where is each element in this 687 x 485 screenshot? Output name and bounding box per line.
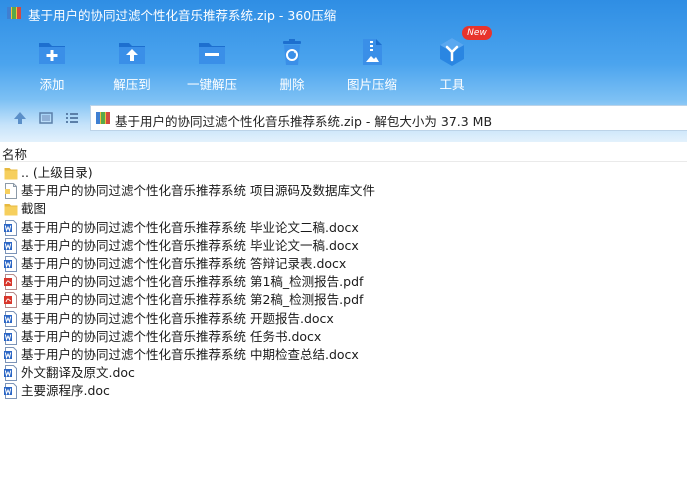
word-document-icon — [4, 237, 17, 254]
folder-icon — [4, 168, 18, 180]
list-view-icon[interactable] — [64, 110, 80, 126]
file-list: .. (上级目录) 基于用户的协同过滤个性化音乐推荐系统 项目源码及数据库文件 截图… — [0, 164, 687, 400]
add-icon — [39, 43, 65, 64]
word-document-icon — [4, 310, 17, 327]
file-row[interactable]: 基于用户的协同过滤个性化音乐推荐系统 中期检查总结.docx — [0, 346, 687, 364]
up-arrow-icon[interactable] — [12, 110, 28, 126]
archive-app-icon — [7, 7, 21, 19]
add-button[interactable]: 添加 — [14, 34, 90, 94]
folder-icon — [4, 204, 18, 216]
add-label: 添加 — [39, 77, 65, 92]
file-row[interactable]: 截图 — [0, 200, 687, 218]
word-document-icon — [4, 219, 17, 236]
file-name: 主要源程序.doc — [21, 383, 110, 399]
word-document-icon — [4, 255, 17, 272]
window-title: 基于用户的协同过滤个性化音乐推荐系统.zip - 360压缩 — [28, 8, 337, 23]
tools-button[interactable]: New 工具 — [414, 26, 492, 94]
top-area: 基于用户的协同过滤个性化音乐推荐系统.zip - 360压缩 添加 解压到 一键… — [0, 0, 687, 142]
file-name: 截图 — [21, 201, 47, 217]
file-name: 基于用户的协同过滤个性化音乐推荐系统 毕业论文一稿.docx — [21, 237, 359, 253]
tools-icon — [440, 38, 464, 66]
column-name-header[interactable]: 名称 — [2, 144, 27, 163]
extract-to-button[interactable]: 解压到 — [94, 34, 170, 94]
delete-button[interactable]: 删除 — [254, 34, 330, 94]
file-row[interactable]: 基于用户的协同过滤个性化音乐推荐系统 答辩记录表.docx — [0, 255, 687, 273]
file-row[interactable]: 基于用户的协同过滤个性化音乐推荐系统 项目源码及数据库文件 — [0, 182, 687, 200]
recycle-bin-icon — [283, 39, 301, 65]
file-icon — [5, 183, 17, 200]
file-name: 基于用户的协同过滤个性化音乐推荐系统 第1稿_检测报告.pdf — [21, 274, 364, 290]
column-header: 名称 — [0, 142, 687, 162]
word-document-icon — [4, 365, 17, 382]
word-document-icon — [4, 383, 17, 400]
pdf-document-icon — [4, 274, 17, 291]
extract-to-icon — [119, 43, 145, 64]
file-row[interactable]: 外文翻译及原文.doc — [0, 364, 687, 382]
title-bar: 基于用户的协同过滤个性化音乐推荐系统.zip - 360压缩 — [0, 0, 687, 26]
path-text: 基于用户的协同过滤个性化音乐推荐系统.zip - 解包大小为 37.3 MB — [115, 114, 493, 129]
one-click-extract-icon — [199, 43, 225, 64]
word-document-icon — [4, 328, 17, 345]
file-row[interactable]: .. (上级目录) — [0, 164, 687, 182]
image-compress-icon — [363, 39, 382, 65]
extract-to-label: 解压到 — [113, 77, 151, 92]
file-row[interactable]: 基于用户的协同过滤个性化音乐推荐系统 第2稿_检测报告.pdf — [0, 291, 687, 309]
file-row[interactable]: 基于用户的协同过滤个性化音乐推荐系统 开题报告.docx — [0, 310, 687, 328]
thumbnail-view-icon[interactable] — [38, 110, 54, 126]
file-row[interactable]: 基于用户的协同过滤个性化音乐推荐系统 任务书.docx — [0, 328, 687, 346]
file-name: 基于用户的协同过滤个性化音乐推荐系统 项目源码及数据库文件 — [21, 183, 375, 199]
file-name: 基于用户的协同过滤个性化音乐推荐系统 毕业论文二稿.docx — [21, 219, 359, 235]
zip-archive-icon — [96, 112, 110, 124]
app-window: 基于用户的协同过滤个性化音乐推荐系统.zip - 360压缩 添加 解压到 一键… — [0, 0, 687, 485]
path-bar[interactable]: 基于用户的协同过滤个性化音乐推荐系统.zip - 解包大小为 37.3 MB — [90, 105, 687, 131]
file-row[interactable]: 基于用户的协同过滤个性化音乐推荐系统 第1稿_检测报告.pdf — [0, 273, 687, 291]
file-name: 基于用户的协同过滤个性化音乐推荐系统 中期检查总结.docx — [21, 346, 359, 362]
tools-label: 工具 — [439, 77, 465, 92]
file-row[interactable]: 基于用户的协同过滤个性化音乐推荐系统 毕业论文一稿.docx — [0, 237, 687, 255]
image-compress-button[interactable]: 图片压缩 — [334, 34, 410, 94]
new-badge: New — [462, 26, 492, 40]
file-name: 基于用户的协同过滤个性化音乐推荐系统 第2稿_检测报告.pdf — [21, 292, 364, 308]
file-row[interactable]: 主要源程序.doc — [0, 382, 687, 400]
word-document-icon — [4, 346, 17, 363]
file-name: .. (上级目录) — [21, 165, 93, 180]
one-click-extract-button[interactable]: 一键解压 — [174, 34, 250, 94]
file-name: 基于用户的协同过滤个性化音乐推荐系统 答辩记录表.docx — [21, 255, 347, 271]
navigation-row: 基于用户的协同过滤个性化音乐推荐系统.zip - 解包大小为 37.3 MB — [0, 102, 687, 134]
file-name: 基于用户的协同过滤个性化音乐推荐系统 开题报告.docx — [21, 310, 334, 326]
pdf-document-icon — [4, 292, 17, 309]
image-compress-label: 图片压缩 — [346, 77, 397, 92]
file-name: 外文翻译及原文.doc — [21, 365, 135, 381]
delete-label: 删除 — [279, 77, 305, 92]
file-row[interactable]: 基于用户的协同过滤个性化音乐推荐系统 毕业论文二稿.docx — [0, 219, 687, 237]
file-name: 基于用户的协同过滤个性化音乐推荐系统 任务书.docx — [21, 328, 322, 344]
one-click-extract-label: 一键解压 — [186, 77, 237, 92]
